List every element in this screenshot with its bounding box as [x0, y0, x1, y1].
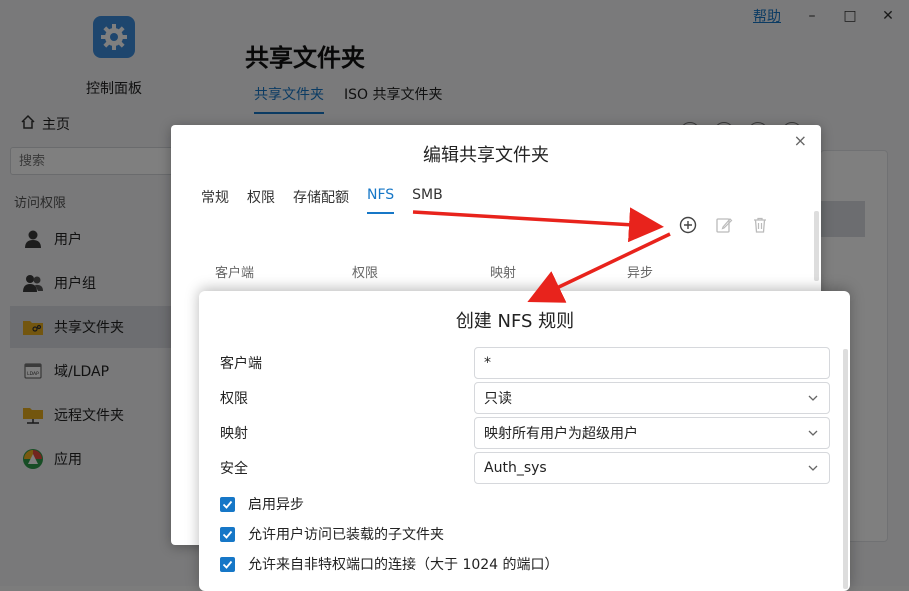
permission-value: 只读 [484, 391, 512, 407]
dialog-title: 编辑共享文件夹 [423, 145, 549, 166]
tab-general[interactable]: 常规 [201, 187, 229, 214]
column-header-mapping: 映射 [490, 266, 517, 281]
checkbox-nonprivileged-ports[interactable]: 允许来自非特权端口的连接（大于 1024 的端口） [220, 554, 559, 574]
checkbox-checked-icon[interactable] [220, 496, 235, 512]
security-select[interactable]: Auth_sys [474, 452, 830, 484]
security-value: Auth_sys [484, 460, 547, 476]
dialog-title: 创建 NFS 规则 [455, 311, 575, 332]
scrollbar[interactable] [814, 211, 819, 281]
scrollbar[interactable] [843, 349, 848, 589]
add-icon[interactable] [679, 216, 697, 234]
edit-icon[interactable] [715, 216, 733, 234]
tab-smb[interactable]: SMB [412, 187, 443, 214]
create-nfs-rule-dialog: 创建 NFS 规则 客户端 权限 只读 映射 映射所有用户为超级用户 安全 Au… [199, 291, 850, 591]
mapping-label: 映射 [220, 426, 248, 442]
permission-label: 权限 [220, 391, 248, 407]
chevron-down-icon [807, 392, 819, 408]
delete-icon[interactable] [751, 216, 769, 234]
column-header-client: 客户端 [215, 266, 255, 281]
checkbox-label: 启用异步 [248, 497, 304, 513]
client-input[interactable] [474, 347, 830, 379]
close-icon[interactable]: × [794, 131, 807, 150]
checkbox-label: 允许来自非特权端口的连接（大于 1024 的端口） [248, 557, 559, 573]
nfs-toolbar [679, 216, 769, 234]
mapping-select[interactable]: 映射所有用户为超级用户 [474, 417, 830, 449]
tab-permissions[interactable]: 权限 [247, 187, 275, 214]
checkbox-allow-subfolders[interactable]: 允许用户访问已装载的子文件夹 [220, 524, 444, 544]
client-label: 客户端 [220, 356, 262, 372]
column-header-permission: 权限 [352, 266, 379, 281]
mapping-value: 映射所有用户为超级用户 [484, 426, 638, 442]
chevron-down-icon [807, 427, 819, 443]
dialog-tabs: 常规 权限 存储配额 NFS SMB [201, 187, 443, 214]
checkbox-label: 允许用户访问已装载的子文件夹 [248, 527, 444, 543]
tab-nfs[interactable]: NFS [367, 187, 395, 214]
tab-quota[interactable]: 存储配额 [293, 187, 349, 214]
permission-select[interactable]: 只读 [474, 382, 830, 414]
chevron-down-icon [807, 462, 819, 478]
checkbox-enable-async[interactable]: 启用异步 [220, 494, 304, 514]
checkbox-checked-icon[interactable] [220, 556, 235, 572]
column-header-async: 异步 [627, 266, 654, 281]
checkbox-checked-icon[interactable] [220, 526, 235, 542]
security-label: 安全 [220, 461, 248, 477]
